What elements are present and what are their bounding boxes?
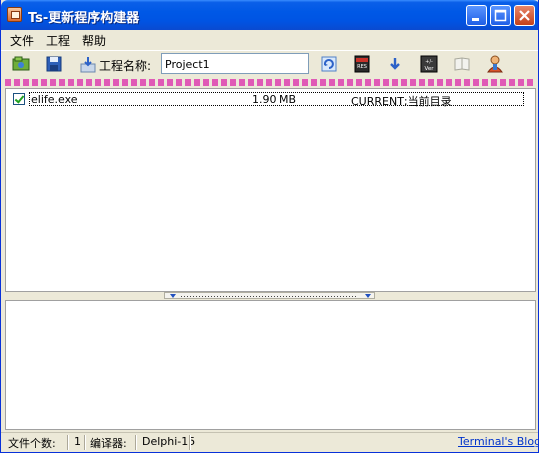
status-separator <box>67 435 69 450</box>
grip-dots <box>181 296 358 297</box>
app-icon[interactable] <box>7 7 22 22</box>
menu-file[interactable]: 文件 <box>10 32 34 49</box>
blog-link[interactable]: Terminal's Blog <box>458 435 538 448</box>
file-size: 1.90 <box>252 93 277 106</box>
version-icon[interactable]: +/-Ver <box>419 54 439 74</box>
pane-splitter[interactable] <box>5 292 536 300</box>
menu-bar: 文件 工程 帮助 <box>1 30 538 50</box>
collapse-up-icon[interactable] <box>170 294 176 298</box>
export-icon[interactable] <box>78 54 98 74</box>
maximize-icon <box>494 9 507 22</box>
toolbar: 工程名称: RES +/-Ver <box>1 50 538 78</box>
project-name-input[interactable] <box>161 53 309 74</box>
user-icon[interactable] <box>485 54 505 74</box>
close-button[interactable] <box>514 5 535 26</box>
status-separator <box>135 435 137 450</box>
file-name: elife.exe <box>31 93 78 106</box>
file-checkbox[interactable] <box>13 93 25 105</box>
download-icon[interactable] <box>385 54 405 74</box>
window-title: Ts-更新程序构建器 <box>28 11 140 26</box>
list-item[interactable]: elife.exe 1.90 MB CURRENT;当前目录 <box>9 92 524 108</box>
compiler-value: Delphi-15 <box>142 435 196 448</box>
status-bar: 文件个数: 1 编译器: Delphi-15 Terminal's Blog <box>1 432 538 452</box>
res-icon[interactable]: RES <box>352 54 372 74</box>
help-icon[interactable] <box>452 54 472 74</box>
menu-help[interactable]: 帮助 <box>82 32 106 49</box>
detail-pane[interactable] <box>5 300 536 430</box>
splitter-grip[interactable] <box>164 292 375 299</box>
refresh-icon[interactable] <box>319 54 339 74</box>
collapse-down-icon[interactable] <box>365 294 371 298</box>
menu-project[interactable]: 工程 <box>46 32 70 49</box>
open-project-icon[interactable] <box>11 54 31 74</box>
file-target: CURRENT;当前目录 <box>351 95 452 108</box>
app-window: Ts-更新程序构建器 文件 工程 帮助 工程名称: RES <box>0 0 539 453</box>
title-bar[interactable]: Ts-更新程序构建器 <box>1 0 538 30</box>
status-separator <box>189 435 191 450</box>
save-icon[interactable] <box>44 54 64 74</box>
separator-dots <box>5 79 536 86</box>
svg-text:+/-: +/- <box>425 59 433 65</box>
minimize-icon <box>472 18 479 21</box>
project-name-label: 工程名称: <box>99 59 152 73</box>
svg-text:Ver: Ver <box>425 66 435 72</box>
status-separator <box>84 435 86 450</box>
file-count-value: 1 <box>74 435 81 448</box>
close-icon <box>519 10 530 21</box>
maximize-button[interactable] <box>490 5 511 26</box>
compiler-label: 编译器: <box>90 437 127 450</box>
file-count-label: 文件个数: <box>8 437 56 450</box>
minimize-button[interactable] <box>466 5 487 26</box>
file-list[interactable]: elife.exe 1.90 MB CURRENT;当前目录 <box>5 88 536 292</box>
svg-text:RES: RES <box>357 64 367 70</box>
file-size-unit: MB <box>279 93 297 106</box>
